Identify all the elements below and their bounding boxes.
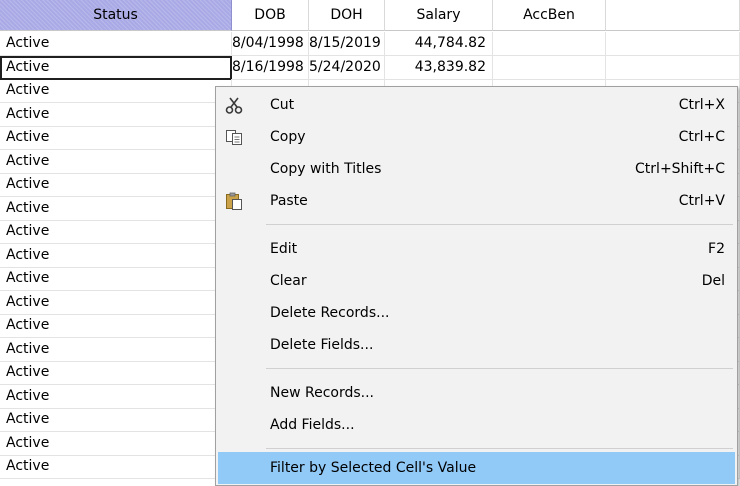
- cell-status[interactable]: Active: [0, 173, 232, 197]
- menu-item-cut[interactable]: Cut Ctrl+X: [218, 89, 735, 121]
- menu-item-paste[interactable]: Paste Ctrl+V: [218, 185, 735, 217]
- grid-header: Status DOB DOH Salary AccBen: [0, 0, 740, 32]
- cell-status[interactable]: Active: [0, 431, 232, 456]
- menu-item-delete-fields[interactable]: Delete Fields...: [218, 329, 735, 361]
- menu-item-edit[interactable]: Edit F2: [218, 233, 735, 265]
- cell-status[interactable]: Active: [0, 243, 232, 268]
- menu-item-shortcut: F2: [708, 241, 725, 257]
- menu-item-delete-records[interactable]: Delete Records...: [218, 297, 735, 329]
- menu-item-label: Delete Records...: [270, 305, 390, 321]
- cell-empty[interactable]: [606, 55, 740, 80]
- cell-status[interactable]: Active: [0, 126, 232, 150]
- menu-item-shortcut: Ctrl+V: [678, 193, 725, 209]
- cell-status[interactable]: Active: [0, 384, 232, 409]
- cell-accben[interactable]: [493, 55, 606, 80]
- context-menu: Cut Ctrl+X Copy Ctrl+C Copy with Titles …: [215, 86, 738, 486]
- menu-item-shortcut: Ctrl+Shift+C: [635, 161, 725, 177]
- menu-item-clear[interactable]: Clear Del: [218, 265, 735, 297]
- cell-status[interactable]: Active: [0, 55, 232, 80]
- cell-status[interactable]: Active: [0, 220, 232, 244]
- cell-status[interactable]: Active: [0, 337, 232, 362]
- cell-status[interactable]: Active: [0, 79, 232, 103]
- column-header-salary[interactable]: Salary: [385, 0, 493, 31]
- cell-salary[interactable]: 44,784.82: [385, 32, 493, 56]
- column-header-empty: [606, 0, 740, 31]
- menu-item-label: Edit: [270, 241, 298, 257]
- menu-item-shortcut: Ctrl+C: [678, 129, 725, 145]
- table-row: Active 8/16/1998 5/24/2020 43,839.82: [0, 55, 740, 80]
- copy-icon: [224, 127, 244, 147]
- cell-status[interactable]: Active: [0, 267, 232, 291]
- cell-status[interactable]: Active: [0, 361, 232, 385]
- menu-item-filter-by-selected-cell[interactable]: Filter by Selected Cell's Value: [218, 452, 735, 484]
- menu-item-label: Copy with Titles: [270, 161, 382, 177]
- cell-status[interactable]: Active: [0, 102, 232, 127]
- menu-item-new-records[interactable]: New Records...: [218, 377, 735, 409]
- paste-icon: [224, 191, 244, 211]
- column-header-status[interactable]: Status: [0, 0, 232, 31]
- cell-status[interactable]: Active: [0, 314, 232, 338]
- cell-dob[interactable]: 8/04/1998: [232, 32, 309, 56]
- menu-item-label: Filter by Selected Cell's Value: [270, 460, 477, 476]
- column-header-doh[interactable]: DOH: [309, 0, 385, 31]
- menu-item-copy[interactable]: Copy Ctrl+C: [218, 121, 735, 153]
- cell-status[interactable]: Active: [0, 408, 232, 432]
- cell-status[interactable]: Active: [0, 32, 232, 56]
- scissors-icon: [224, 95, 244, 115]
- menu-item-shortcut: Del: [701, 273, 725, 289]
- cell-doh[interactable]: 5/24/2020: [309, 55, 385, 80]
- menu-item-shortcut: Ctrl+X: [678, 97, 725, 113]
- menu-item-copy-with-titles[interactable]: Copy with Titles Ctrl+Shift+C: [218, 153, 735, 185]
- cell-status[interactable]: Active: [0, 149, 232, 174]
- cell-accben[interactable]: [493, 32, 606, 56]
- cell-salary[interactable]: 43,839.82: [385, 55, 493, 80]
- cell-dob[interactable]: 8/16/1998: [232, 55, 309, 80]
- menu-item-label: Add Fields...: [270, 417, 355, 433]
- cell-status[interactable]: Active: [0, 290, 232, 315]
- column-header-dob[interactable]: DOB: [232, 0, 309, 31]
- menu-item-label: Cut: [270, 97, 295, 113]
- column-header-accben[interactable]: AccBen: [493, 0, 606, 31]
- menu-item-label: Clear: [270, 273, 307, 289]
- menu-item-label: New Records...: [270, 385, 375, 401]
- menu-item-add-fields[interactable]: Add Fields...: [218, 409, 735, 441]
- table-row: Active 8/04/1998 8/15/2019 44,784.82: [0, 32, 740, 56]
- menu-item-label: Copy: [270, 129, 306, 145]
- menu-item-label: Paste: [270, 193, 308, 209]
- cell-empty[interactable]: [606, 32, 740, 56]
- menu-separator: [266, 368, 733, 369]
- menu-separator: [266, 448, 733, 449]
- cell-status[interactable]: Active: [0, 196, 232, 221]
- menu-item-label: Delete Fields...: [270, 337, 374, 353]
- cell-status[interactable]: Active: [0, 455, 232, 479]
- cell-doh[interactable]: 8/15/2019: [309, 32, 385, 56]
- menu-separator: [266, 224, 733, 225]
